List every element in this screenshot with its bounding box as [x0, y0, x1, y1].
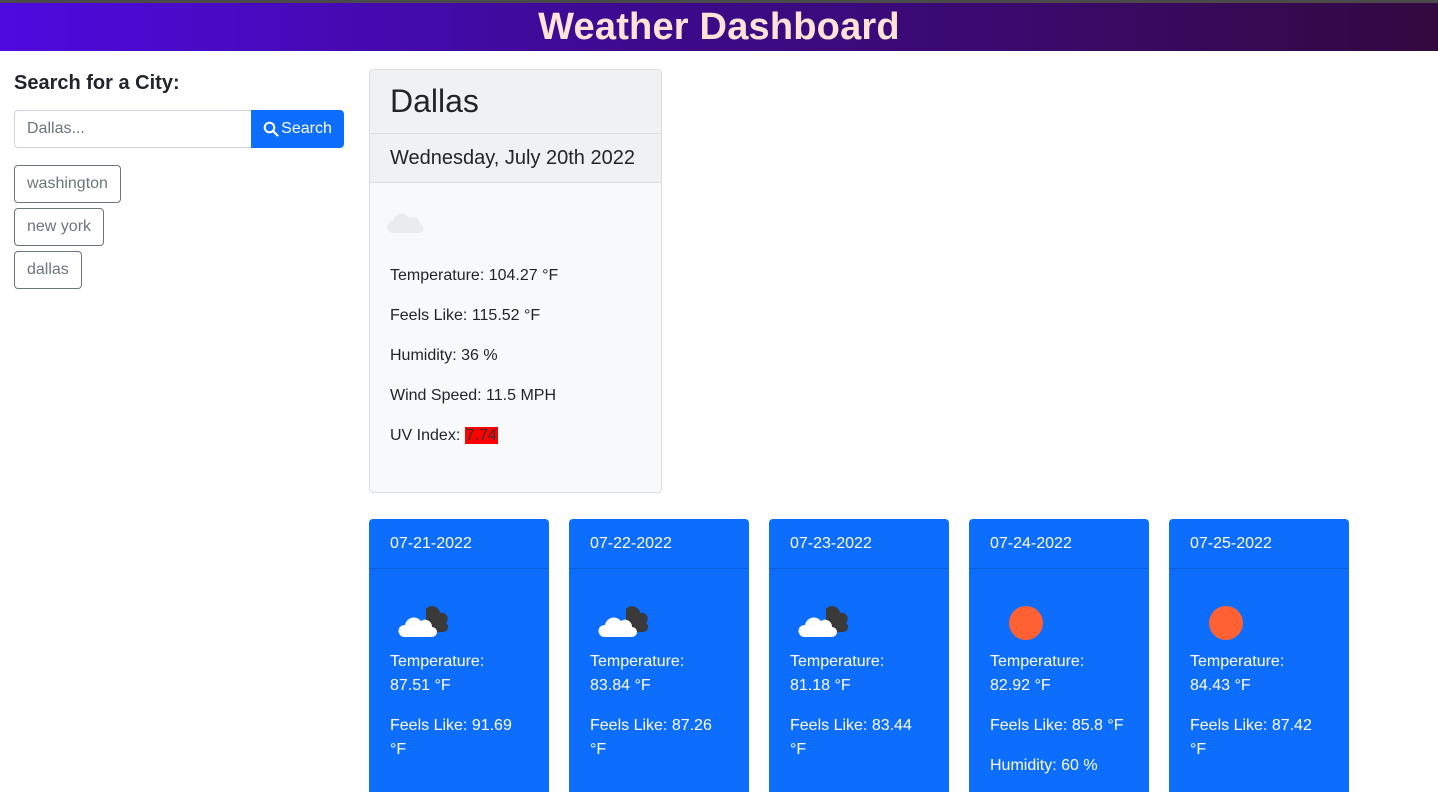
forecast-date: 07-22-2022 — [569, 519, 749, 569]
forecast-feels-like: Feels Like: 85.8 °F — [990, 717, 1124, 734]
cloud-icon — [387, 213, 424, 233]
search-form: Search — [14, 110, 344, 148]
forecast-feels-like: Feels Like: 87.42 °F — [1190, 717, 1312, 758]
current-temperature: Temperature: 104.27 °F — [390, 267, 559, 284]
forecast-feels-like: Feels Like: 91.69 °F — [390, 717, 512, 758]
current-date: Wednesday, July 20th 2022 — [390, 146, 635, 169]
forecast-card: 07-25-2022 Temperature: 84.43 °F Feels Li… — [1169, 519, 1349, 792]
forecast-body: Temperature: 82.92 °F Feels Like: 85.8 °F… — [969, 569, 1149, 778]
forecast-body: Temperature: 81.18 °F Feels Like: 83.44 °… — [769, 569, 949, 762]
search-button-label: Search — [281, 120, 332, 137]
sun-icon — [1009, 606, 1043, 640]
forecast-card: 07-24-2022 Temperature: 82.92 °F Feels Li… — [969, 519, 1149, 792]
current-humidity: Humidity: 36 % — [390, 347, 498, 364]
cloudy-icon — [598, 606, 648, 637]
forecast-body: Temperature: 87.51 °F Feels Like: 91.69 °… — [369, 569, 549, 762]
city-name: Dallas — [390, 83, 479, 119]
forecast-body: Temperature: 83.84 °F Feels Like: 87.26 °… — [569, 569, 749, 762]
forecast-feels-like: Feels Like: 83.44 °F — [790, 717, 912, 758]
current-wind-speed: Wind Speed: 11.5 MPH — [390, 387, 557, 404]
forecast-date: 07-24-2022 — [969, 519, 1149, 569]
forecast-card: 07-21-2022 Temperature: 87.51 °F Feels Li… — [369, 519, 549, 792]
forecast-card: 07-23-2022 Temperature: 81.18 °F Feels Li… — [769, 519, 949, 792]
forecast-date: 07-21-2022 — [369, 519, 549, 569]
uv-label: UV Index: — [390, 427, 461, 444]
cloudy-icon — [798, 606, 848, 637]
current-card-header: Dallas — [370, 70, 661, 134]
forecast-temperature: Temperature: 83.84 °F — [590, 653, 685, 694]
search-history: washington new york dallas — [14, 165, 344, 289]
forecast-temperature: Temperature: 81.18 °F — [790, 653, 885, 694]
city-search-input[interactable] — [14, 110, 251, 148]
history-button-new-york[interactable]: new york — [14, 208, 105, 246]
current-weather-card: Dallas Wednesday, July 20th 2022 Tempera… — [369, 69, 662, 493]
forecast-date: 07-25-2022 — [1169, 519, 1349, 569]
sidebar: Search for a City: Search washington new… — [14, 68, 344, 289]
search-button[interactable]: Search — [251, 110, 344, 148]
forecast-body: Temperature: 84.43 °F Feels Like: 87.42 °… — [1169, 569, 1349, 762]
forecast-temperature: Temperature: 82.92 °F — [990, 653, 1085, 694]
forecast-feels-like: Feels Like: 87.26 °F — [590, 717, 712, 758]
current-feels-like: Feels Like: 115.52 °F — [390, 307, 541, 324]
current-card-body: Temperature: 104.27 °F Feels Like: 115.5… — [370, 183, 661, 445]
page-title: Weather Dashboard — [538, 6, 900, 48]
search-heading: Search for a City: — [14, 72, 180, 94]
forecast-card: 07-22-2022 Temperature: 83.84 °F Feels Li… — [569, 519, 749, 792]
search-icon — [263, 121, 279, 137]
forecast-humidity: Humidity: 60 % — [990, 757, 1098, 774]
forecast-date: 07-23-2022 — [769, 519, 949, 569]
cloudy-icon — [398, 606, 448, 637]
uv-index-badge: 7.74 — [464, 427, 498, 444]
forecast-temperature: Temperature: 87.51 °F — [390, 653, 485, 694]
forecast-temperature: Temperature: 84.43 °F — [1190, 653, 1285, 694]
page-header: Weather Dashboard — [0, 3, 1438, 51]
history-button-dallas[interactable]: dallas — [14, 251, 82, 289]
current-date-row: Wednesday, July 20th 2022 — [370, 134, 661, 183]
current-uv-row: UV Index: 7.74 — [390, 427, 641, 445]
history-button-washington[interactable]: washington — [14, 165, 121, 203]
sun-icon — [1209, 606, 1243, 640]
